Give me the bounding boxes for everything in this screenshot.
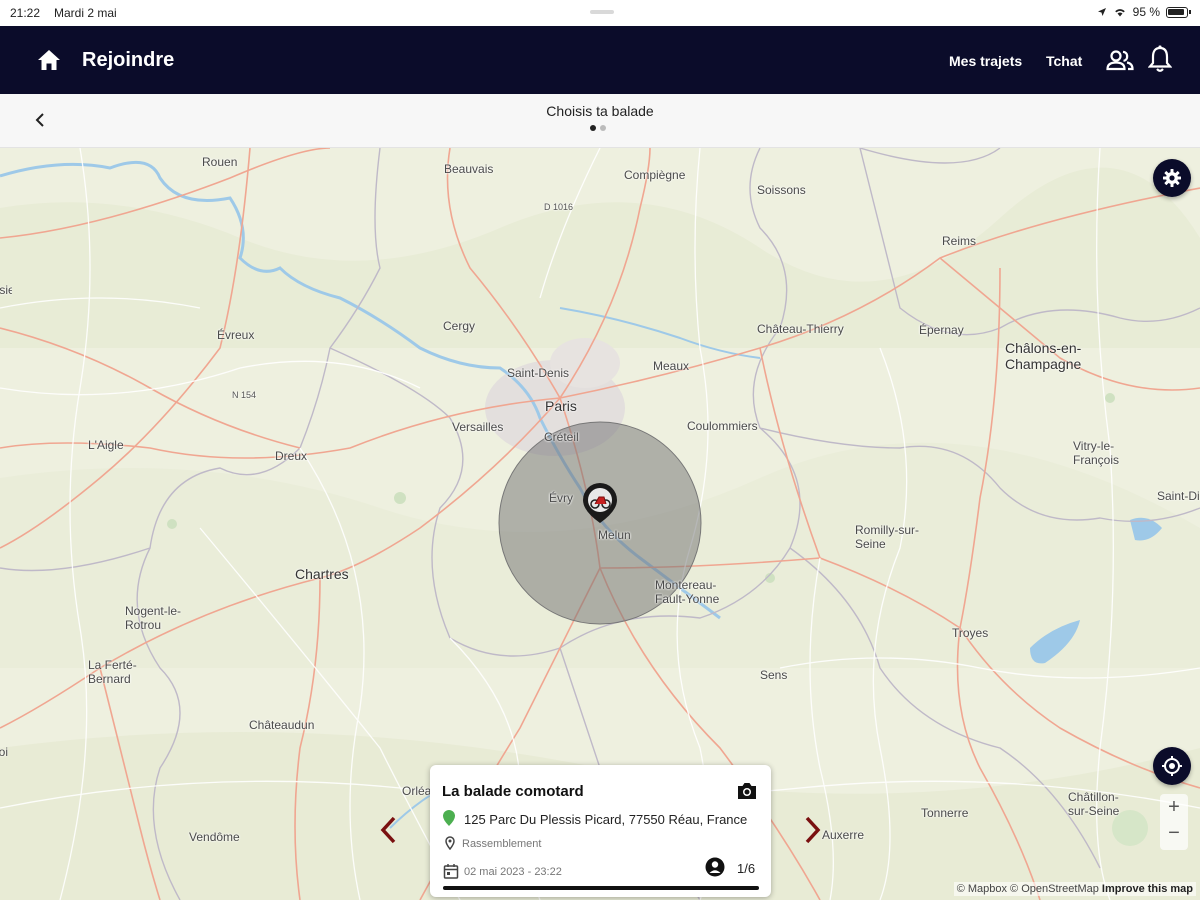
step-header: Choisis ta balade [0,94,1200,148]
status-time: 21:22 [10,6,41,20]
map-city-label: Saint-Dizier [1157,489,1200,503]
map-city-label: Dreux [275,449,308,463]
step-title: Choisis ta balade [546,103,654,119]
notification-bell-icon[interactable] [1148,45,1172,73]
ride-title: La balade comotard [442,783,584,800]
status-bar: 21:22 Mardi 2 mai 95 % [0,0,1200,26]
ride-address: 125 Parc Du Plessis Picard, 77550 Réau, … [464,812,748,827]
page-dot [600,125,606,131]
map-city-label: Évry [549,491,573,505]
map-city-label: Tonnerre [921,806,969,820]
page-title: Rejoindre [82,49,175,71]
battery-percent: 95 % [1132,5,1160,19]
ride-type: Rassemblement [462,838,542,850]
map-road-label: D 1016 [544,202,574,212]
multitask-indicator [590,10,614,14]
location-target-icon [1162,756,1182,776]
map-city-label: Créteil [544,430,579,444]
map-city-label: Coulommiers [687,419,758,433]
map-city-label: La Ferté-Bernard [88,658,137,686]
camera-icon[interactable] [736,781,758,801]
map-pin-green-icon [443,810,455,826]
ride-card[interactable]: La balade comotard 125 Parc Du Plessis P… [430,765,771,897]
calendar-icon [443,864,459,879]
ride-progress-bar [443,886,759,890]
map-city-label: Meaux [653,359,690,373]
ride-progress-fill [443,886,759,890]
map-city-label: Saint-Denis [507,366,570,380]
wifi-icon [1114,9,1125,17]
map-city-label: Compiègne [624,168,686,182]
ride-date: 02 mai 2023 - 23:22 [464,866,562,878]
map-city-label: Épernay [919,323,964,337]
locate-me-button[interactable] [1153,747,1191,785]
map-city-label: Chartres [295,566,349,582]
map-city-label: Paris [545,398,577,414]
next-ride-chevron-icon[interactable] [801,815,823,845]
map-city-label: Châlons-en-Champagne [1005,340,1082,372]
map-city-label: Châtillon-sur-Seine [1068,790,1120,818]
gear-icon [1163,169,1181,187]
attribution-text[interactable]: © Mapbox © OpenStreetMap [957,883,1099,895]
home-icon[interactable] [36,48,62,72]
map-city-label: Auxerre [822,828,865,842]
participants-count: 1/6 [737,861,756,876]
map-city-label: Blois [0,745,8,759]
map-city-label: Troyes [952,626,989,640]
battery-icon [1166,6,1191,18]
map-city-label: Melun [598,528,631,542]
map-pin-outline-icon [445,836,455,850]
nav-mes-trajets[interactable]: Mes trajets [949,53,1022,69]
map-city-label: L'Aigle [88,438,124,452]
map-city-label: Châteaudun [249,718,315,732]
map-city-label: Lisieux [0,283,12,297]
map-view[interactable]: Rouen Beauvais Compiègne Soissons Reims … [0,148,1200,900]
map-attribution: © Mapbox © OpenStreetMap Improve this ma… [953,882,1196,896]
map-city-label: Évreux [217,328,255,342]
map-road-label: N 154 [232,390,257,400]
nav-tchat[interactable]: Tchat [1046,53,1082,69]
map-city-label: Beauvais [444,162,494,176]
map-city-label: Vendôme [189,830,240,844]
map-city-label: Château-Thierry [757,322,844,336]
map-city-label: Sens [760,668,788,682]
map-city-label: Vitry-le-François [1073,439,1120,467]
map-city-label: Cergy [443,319,476,333]
participants-icon [705,857,725,877]
previous-ride-chevron-icon[interactable] [378,815,400,845]
zoom-in-button[interactable]: + [1160,794,1188,820]
map-city-label: Nogent-le-Rotrou [125,604,182,632]
map-city-label: Montereau-Fault-Yonne [655,578,720,606]
friends-icon[interactable] [1106,48,1134,72]
app-bar: Rejoindre Mes trajets Tchat [0,26,1200,94]
map-settings-button[interactable] [1153,159,1191,197]
map-city-label: Reims [942,234,977,248]
page-dot-active [590,125,596,131]
zoom-out-button[interactable]: − [1160,820,1188,846]
location-arrow-icon [1097,8,1106,16]
improve-map-link[interactable]: Improve this map [1102,883,1193,895]
status-date: Mardi 2 mai [54,6,117,20]
map-city-label: Romilly-sur-Seine [855,523,919,551]
zoom-controls: + − [1160,794,1188,850]
status-right: 95 % [1097,5,1191,19]
map-city-label: Versailles [452,420,504,434]
map-city-label: Soissons [757,183,806,197]
rider-marker-icon[interactable] [583,483,617,523]
map-city-label: Rouen [202,155,238,169]
map-city-label: Orléans [402,784,432,798]
page-indicator [590,125,606,131]
